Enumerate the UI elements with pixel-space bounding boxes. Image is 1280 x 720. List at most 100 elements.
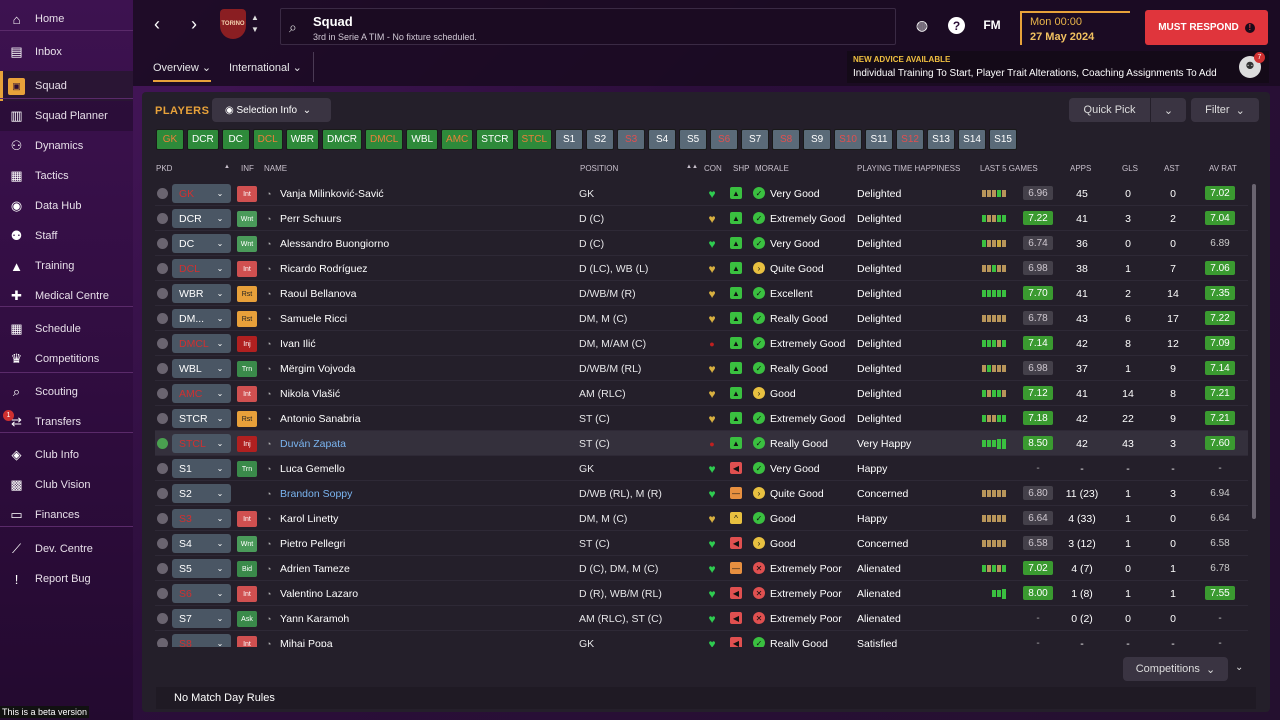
sort-asc-icon[interactable]: ▲ (224, 164, 230, 170)
position-chip[interactable]: S14 (958, 129, 987, 150)
picked-toggle[interactable] (157, 313, 168, 324)
position-chip[interactable]: DMCR (322, 129, 363, 150)
quick-pick-button[interactable]: Quick Pick ⌄ (1069, 98, 1186, 122)
table-row[interactable]: WBL ⌄ Trn ◔ Mërgim Vojvoda D/WB/M (RL) ♥ ▲ ✓ Real… (155, 356, 1248, 381)
player-name[interactable]: Ivan Ilić (280, 331, 580, 356)
chevron-down-icon[interactable]: ⌄ (209, 234, 231, 253)
position-chip[interactable]: DC (221, 129, 250, 150)
position-chip[interactable]: S13 (927, 129, 956, 150)
sidebar-item-dev-centre[interactable]: ⟋ Dev. Centre (0, 534, 133, 564)
position-chip[interactable]: S6 (710, 129, 739, 150)
chevron-down-icon[interactable]: ⌄ (209, 634, 231, 647)
sidebar-item-club-vision[interactable]: ▩ Club Vision (0, 470, 133, 500)
must-respond-button[interactable]: MUST RESPOND! (1145, 10, 1268, 45)
chevron-down-icon[interactable]: ⌄ (209, 609, 231, 628)
tab-international[interactable]: International ⌄ (229, 61, 302, 74)
status-badge[interactable]: Int (237, 511, 257, 527)
position-chip[interactable]: S8 (772, 129, 801, 150)
picked-toggle[interactable] (157, 188, 168, 199)
player-name[interactable]: Alessandro Buongiorno (280, 231, 580, 256)
globe-icon[interactable]: ◍ (912, 15, 932, 35)
col-position[interactable]: POSITION (580, 164, 618, 173)
player-name[interactable]: Nikola Vlašić (280, 381, 580, 406)
date-box[interactable]: Mon 00:00 27 May 2024 (1020, 11, 1130, 45)
status-badge[interactable]: Inj (237, 336, 257, 352)
picked-toggle[interactable] (157, 413, 168, 424)
chevron-down-icon[interactable]: ⌄ (209, 209, 231, 228)
table-row[interactable]: S4 ⌄ Wnt ◔ Pietro Pellegri ST (C) ♥ ◀ › Good Conce… (155, 531, 1248, 556)
position-chip[interactable]: WBL (406, 129, 439, 150)
help-icon[interactable]: ? (948, 17, 965, 34)
fm-menu-button[interactable]: FM (982, 15, 1002, 35)
chevron-down-icon[interactable]: ⌄ (209, 359, 231, 378)
col-inf[interactable]: INF (241, 164, 254, 173)
status-badge[interactable]: Wnt (237, 236, 257, 252)
position-chip[interactable]: AMC (441, 129, 474, 150)
position-chip[interactable]: S10 (834, 129, 863, 150)
col-shp[interactable]: SHP (733, 164, 749, 173)
player-name[interactable]: Mihai Popa (280, 631, 580, 648)
col-gls[interactable]: GLS (1122, 164, 1138, 173)
picked-toggle[interactable] (157, 288, 168, 299)
sidebar-item-scouting[interactable]: ⌕ Scouting (0, 377, 133, 407)
status-badge[interactable]: Int (237, 636, 257, 647)
status-badge[interactable]: Int (237, 586, 257, 602)
table-row[interactable]: STCR ⌄ Rst ◔ Antonio Sanabria ST (C) ♥ ▲ ✓ Extrem… (155, 406, 1248, 431)
col-ast[interactable]: AST (1164, 164, 1180, 173)
table-row[interactable]: DM... ⌄ Rst ◔ Samuele Ricci DM, M (C) ♥ ▲ ✓ Reall… (155, 306, 1248, 331)
position-chip[interactable]: S15 (989, 129, 1018, 150)
player-name[interactable]: Adrien Tameze (280, 556, 580, 581)
player-name[interactable]: Samuele Ricci (280, 306, 580, 331)
chevron-down-icon[interactable]: ⌄ (209, 184, 231, 203)
player-name[interactable]: Valentino Lazaro (280, 581, 580, 606)
position-chip[interactable]: S11 (865, 129, 894, 150)
status-badge[interactable]: Trn (237, 461, 257, 477)
picked-toggle[interactable] (157, 638, 168, 647)
col-last5[interactable]: LAST 5 GAMES (980, 164, 1038, 173)
chevron-down-icon[interactable]: ⌄ (209, 459, 231, 478)
position-chip[interactable]: WBR (285, 129, 320, 150)
position-chip[interactable]: S1 (555, 129, 584, 150)
sidebar-item-inbox[interactable]: ▤ Inbox (0, 37, 133, 67)
table-row[interactable]: DCL ⌄ Int ◔ Ricardo Rodríguez D (LC), WB (L) ♥… (155, 256, 1248, 281)
position-chip[interactable]: DCL (252, 129, 283, 150)
picked-toggle[interactable] (157, 613, 168, 624)
position-chip[interactable]: GK (156, 129, 184, 150)
sidebar-item-data-hub[interactable]: ◉ Data Hub (0, 191, 133, 221)
player-name[interactable]: Antonio Sanabria (280, 406, 580, 431)
position-chip[interactable]: S12 (896, 129, 925, 150)
table-row[interactable]: DMCL ⌄ Inj ◔ Ivan Ilić DM, M/AM (C) ● ▲ ✓ Extreme… (155, 331, 1248, 356)
picked-toggle[interactable] (157, 338, 168, 349)
picked-toggle[interactable] (157, 513, 168, 524)
sidebar-item-squad[interactable]: ▣ Squad (0, 71, 133, 101)
status-badge[interactable]: Inj (237, 436, 257, 452)
club-switch-icon[interactable]: ▲ ▼ (251, 12, 259, 36)
advice-banner[interactable]: NEW ADVICE AVAILABLE Individual Training… (847, 51, 1269, 83)
status-badge[interactable]: Rst (237, 286, 257, 302)
table-row[interactable]: S5 ⌄ Bid ◔ Adrien Tameze D (C), DM, M (C) ♥ — ✕ E… (155, 556, 1248, 581)
col-avrat[interactable]: AV RAT (1209, 164, 1237, 173)
sort-icon[interactable]: ▲▲ (686, 164, 698, 170)
table-row[interactable]: S2 ⌄ ◔ Brandon Soppy D/WB (RL), M (R) ♥ — › Quit… (155, 481, 1248, 506)
status-badge[interactable] (237, 486, 257, 502)
picked-toggle[interactable] (157, 563, 168, 574)
table-row[interactable]: S1 ⌄ Trn ◔ Luca Gemello GK ♥ ◀ ✓ Very Good Happy - -… (155, 456, 1248, 481)
sidebar-item-report-bug[interactable]: ! Report Bug (0, 564, 133, 594)
picked-toggle[interactable] (157, 438, 168, 449)
picked-toggle[interactable] (157, 213, 168, 224)
selection-info-button[interactable]: ◉ Selection Info ⌄ (212, 98, 331, 122)
player-name[interactable]: Vanja Milinković-Savić (280, 181, 580, 206)
col-pkd[interactable]: PKD (156, 164, 172, 173)
picked-toggle[interactable] (157, 363, 168, 374)
player-name[interactable]: Yann Karamoh (280, 606, 580, 631)
status-badge[interactable]: Wnt (237, 536, 257, 552)
chevron-down-icon[interactable]: ⌄ (1150, 98, 1186, 122)
table-row[interactable]: AMC ⌄ Int ◔ Nikola Vlašić AM (RLC) ♥ ▲ › Good Deli… (155, 381, 1248, 406)
status-badge[interactable]: Int (237, 186, 257, 202)
club-crest[interactable]: TORINO (220, 9, 246, 39)
competitions-button[interactable]: Competitions ⌄ (1123, 657, 1228, 681)
scrollbar[interactable] (1252, 184, 1256, 519)
status-badge[interactable]: Bid (237, 561, 257, 577)
table-row[interactable]: WBR ⌄ Rst ◔ Raoul Bellanova D/WB/M (R) ♥ ▲ ✓ Exce… (155, 281, 1248, 306)
col-playing-time[interactable]: PLAYING TIME HAPPINESS (857, 164, 960, 173)
